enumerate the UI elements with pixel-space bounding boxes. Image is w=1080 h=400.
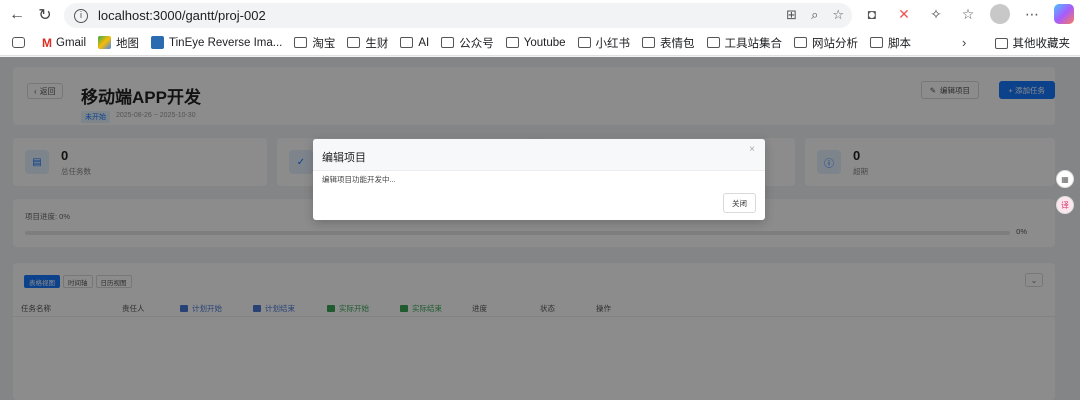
- bookmark-folder[interactable]: Youtube: [505, 37, 566, 49]
- bookmark-folder[interactable]: 工具站集合: [706, 35, 782, 51]
- chevron-right-icon[interactable]: ›: [962, 35, 966, 50]
- qr-code-icon[interactable]: ▦: [1056, 170, 1074, 188]
- folder-icon: [870, 37, 884, 48]
- reading-list-icon[interactable]: [12, 37, 30, 48]
- browser-toolbar: ← ↻ i localhost:3000/gantt/proj-002 ⊞ ⌕ …: [0, 0, 1080, 30]
- bookmark-folder[interactable]: 小红书: [577, 35, 630, 51]
- folder-icon: [642, 37, 656, 48]
- folder-icon: [577, 37, 591, 48]
- profile-avatar[interactable]: [990, 4, 1010, 24]
- bookmarks-bar: M Gmail 地图 TinEye Reverse Ima... 淘宝 生财 AI…: [0, 30, 1080, 56]
- url-text: localhost:3000/gantt/proj-002: [98, 8, 266, 23]
- bookmark-folder[interactable]: 生财: [347, 35, 388, 51]
- puzzle-icon[interactable]: ✧: [926, 4, 946, 24]
- edit-project-modal: 编辑项目 × 编辑项目功能开发中... 关闭: [313, 139, 765, 220]
- extension-x-icon[interactable]: ✕: [894, 4, 914, 24]
- translate-icon[interactable]: 译: [1056, 196, 1074, 214]
- site-info-icon[interactable]: i: [74, 8, 88, 23]
- close-button[interactable]: 关闭: [723, 193, 756, 213]
- modal-header: 编辑项目 ×: [313, 139, 765, 171]
- reload-icon[interactable]: ↻: [34, 4, 56, 26]
- address-bar[interactable]: i localhost:3000/gantt/proj-002 ⊞ ⌕ ☆: [64, 3, 852, 28]
- modal-title: 编辑项目: [322, 152, 366, 164]
- bookmark-folder[interactable]: 网站分析: [794, 35, 858, 51]
- back-arrow-icon[interactable]: ←: [6, 4, 28, 26]
- favorites-icon[interactable]: ☆: [958, 4, 978, 24]
- camera-icon[interactable]: ◘: [862, 4, 882, 24]
- folder-icon: [294, 37, 308, 48]
- app-grid-icon[interactable]: ⊞: [786, 7, 797, 23]
- zoom-icon[interactable]: ⌕: [811, 7, 818, 23]
- folder-icon: [505, 37, 519, 48]
- copilot-icon[interactable]: [1054, 4, 1074, 24]
- bookmark-folder[interactable]: 表情包: [642, 35, 695, 51]
- more-menu-icon[interactable]: ⋯: [1022, 4, 1042, 24]
- folder-icon: [994, 37, 1008, 49]
- folder-icon: [441, 37, 455, 48]
- modal-mask[interactable]: [0, 57, 1080, 400]
- modal-message: 编辑项目功能开发中...: [322, 175, 396, 184]
- folder-icon: [347, 37, 361, 48]
- bookmark-folder[interactable]: AI: [400, 37, 429, 49]
- bookmark-gmail[interactable]: M Gmail: [42, 36, 86, 50]
- gmail-icon: M: [42, 35, 52, 50]
- bookmark-folder[interactable]: 脚本: [870, 35, 911, 51]
- bookmark-folder[interactable]: 公众号: [441, 35, 494, 51]
- map-icon: [98, 36, 112, 49]
- close-icon[interactable]: ×: [749, 144, 755, 155]
- bookmark-tineye[interactable]: TinEye Reverse Ima...: [151, 36, 282, 49]
- folder-icon: [794, 37, 808, 48]
- bookmark-map[interactable]: 地图: [98, 35, 139, 51]
- bookmark-folder[interactable]: 淘宝: [294, 35, 335, 51]
- folder-icon: [706, 37, 720, 48]
- other-bookmarks[interactable]: 其他收藏夹: [994, 35, 1070, 51]
- favorite-star-icon[interactable]: ☆: [832, 7, 844, 23]
- folder-icon: [400, 37, 414, 48]
- tineye-icon: [151, 36, 165, 49]
